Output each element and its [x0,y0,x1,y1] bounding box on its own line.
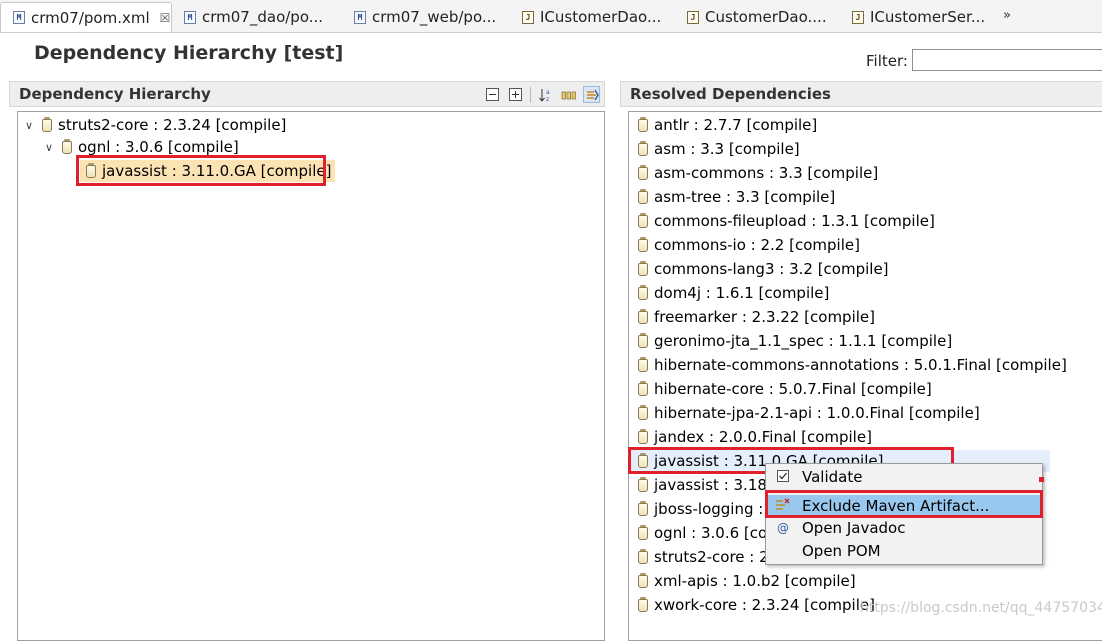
list-item[interactable]: dom4j : 1.6.1 [compile] [638,282,829,304]
jar-icon [638,116,648,132]
filter-input[interactable] [912,49,1102,71]
java-file-icon: J [687,10,699,24]
list-item[interactable]: jboss-logging : [638,498,763,520]
maven-pom-icon: M [354,10,366,24]
list-item[interactable]: xwork-core : 2.3.24 [compile] [638,594,875,616]
chevron-down-icon[interactable]: ∨ [22,119,36,132]
jar-icon [638,524,648,540]
expand-all-icon[interactable] [507,86,524,103]
svg-text:a: a [546,89,550,96]
list-item[interactable]: hibernate-commons-annotations : 5.0.1.Fi… [638,354,1067,376]
toolbar-separator [530,86,531,103]
jar-icon [638,260,648,276]
panel-title: Dependency Hierarchy [19,85,211,103]
close-icon[interactable]: ☒ [160,11,171,25]
jar-icon [638,212,648,228]
menu-item-open-javadoc[interactable]: @ Open Javadoc [766,517,1042,539]
maven-pom-icon: M [13,11,25,24]
jar-icon [638,284,648,300]
filter-label: Filter: [866,52,908,70]
tab-customerdao[interactable]: J CustomerDao.... [675,2,840,32]
tab-crm07-dao-pom[interactable]: M crm07_dao/po... [172,2,342,32]
tab-icustomerservice[interactable]: J ICustomerSer... [840,2,1000,32]
resolved-dependencies-header: Resolved Dependencies [620,81,1102,107]
jar-icon [638,404,648,420]
tab-label: crm07/pom.xml [31,8,150,27]
jar-icon [638,572,648,588]
jar-icon [638,140,648,156]
tree-row-selected[interactable]: javassist : 3.11.0.GA [compile] [80,160,336,182]
sort-az-icon[interactable]: az [537,86,554,103]
check-icon [774,469,792,485]
jar-icon [638,452,648,468]
show-group-id-icon[interactable] [560,86,577,103]
jar-icon [638,476,648,492]
watermark: https://blog.csdn.net/qq_44757034 [860,600,1102,616]
tab-icustomerdao[interactable]: J ICustomerDao... [510,2,675,32]
list-item[interactable]: asm-tree : 3.3 [compile] [638,186,835,208]
list-item[interactable]: commons-lang3 : 3.2 [compile] [638,258,889,280]
list-item[interactable]: hibernate-jpa-2.1-api : 1.0.0.Final [com… [638,402,980,424]
list-item[interactable]: javassist : 3.18.1 [638,474,781,496]
editor-tab-bar: M crm07/pom.xml ☒ M crm07_dao/po... M cr… [0,0,1102,33]
list-item[interactable]: xml-apis : 1.0.b2 [compile] [638,570,856,592]
jar-icon [638,500,648,516]
tab-label: crm07_web/po... [372,8,497,26]
tab-label: crm07_dao/po... [202,8,324,26]
context-menu: Validate Exclude Maven Artifact... @ Ope… [765,463,1043,565]
hierarchy-tree[interactable] [17,111,605,641]
list-item[interactable]: asm : 3.3 [compile] [638,138,800,160]
tab-label: ICustomerDao... [540,8,662,26]
tree-row-label: ognl : 3.0.6 [compile] [78,138,239,156]
exclude-icon [774,498,792,515]
menu-item-exclude-maven-artifact[interactable]: Exclude Maven Artifact... [766,495,1042,517]
at-icon: @ [777,521,789,535]
panel-title: Resolved Dependencies [630,85,831,103]
tab-crm07-web-pom[interactable]: M crm07_web/po... [342,2,512,32]
tree-row[interactable]: ∨ struts2-core : 2.3.24 [compile] [22,114,286,136]
highlight-marker [1039,477,1044,482]
tab-label: ICustomerSer... [870,8,986,26]
jar-icon [86,162,96,178]
java-file-icon: J [852,10,864,24]
link-with-editor-icon[interactable] [583,86,600,103]
hierarchy-toolbar: az [484,86,600,103]
jar-icon [42,116,52,132]
menu-item-validate[interactable]: Validate [766,466,1042,488]
jar-icon [638,380,648,396]
list-item[interactable]: antlr : 2.7.7 [compile] [638,114,817,136]
jar-icon [638,428,648,444]
jar-icon [638,332,648,348]
collapse-all-icon[interactable] [484,86,501,103]
jar-icon [62,138,72,154]
list-item[interactable]: struts2-core : 2. [638,546,773,568]
maven-pom-icon: M [184,10,196,24]
page-title: Dependency Hierarchy [test] [34,42,344,64]
list-item[interactable]: jandex : 2.0.0.Final [compile] [638,426,872,448]
jar-icon [638,236,648,252]
chevron-down-icon[interactable]: ∨ [42,141,56,154]
jar-icon [638,164,648,180]
tab-overflow-icon[interactable]: » [1003,8,1011,23]
jar-icon [638,548,648,564]
menu-item-open-pom[interactable]: Open POM [766,540,1042,562]
tab-crm07-pom[interactable]: M crm07/pom.xml ☒ [0,2,172,32]
list-item[interactable]: commons-fileupload : 1.3.1 [compile] [638,210,935,232]
tab-label: CustomerDao.... [705,8,827,26]
jar-icon [638,188,648,204]
list-item[interactable]: geronimo-jta_1.1_spec : 1.1.1 [compile] [638,330,952,352]
java-file-icon: J [522,10,534,24]
list-item[interactable]: hibernate-core : 5.0.7.Final [compile] [638,378,932,400]
tree-row-label: struts2-core : 2.3.24 [compile] [58,116,287,134]
tree-row[interactable]: ∨ ognl : 3.0.6 [compile] [42,136,239,158]
list-item[interactable]: ognl : 3.0.6 [com [638,522,782,544]
list-item[interactable]: asm-commons : 3.3 [compile] [638,162,878,184]
jar-icon [638,308,648,324]
list-item[interactable]: commons-io : 2.2 [compile] [638,234,860,256]
tree-row-label: javassist : 3.11.0.GA [compile] [102,162,332,180]
svg-text:z: z [546,96,549,103]
list-item[interactable]: freemarker : 2.3.22 [compile] [638,306,875,328]
jar-icon [638,356,648,372]
jar-icon [638,596,648,612]
